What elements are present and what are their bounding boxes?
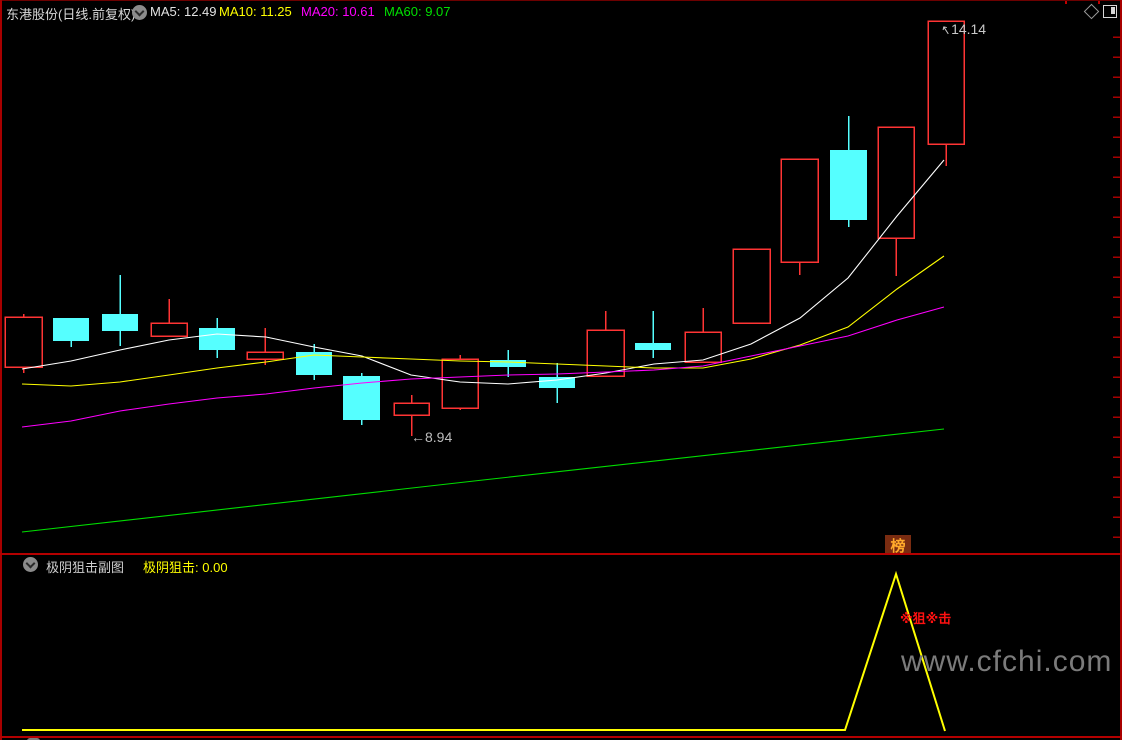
indicator-value-label: 极阴狙击: 0.00 (143, 560, 228, 575)
ma60-label: MA60: 9.07 (384, 4, 451, 19)
ma20-label: MA20: 10.61 (301, 4, 375, 19)
bang-marker-badge: 榜 (885, 535, 911, 555)
ma5-label: MA5: 12.49 (150, 4, 217, 19)
arrow-left-icon: ← (411, 429, 425, 445)
sub-panel-title: 极阴狙击副图 (46, 560, 125, 575)
low-price-label: ←8.94 (411, 429, 453, 445)
watermark-text: www.cfchi.com (901, 645, 1113, 678)
ma10-label: MA10: 11.25 (219, 4, 292, 19)
top-border (0, 0, 1122, 1)
collapse-chevron-icon[interactable] (132, 5, 147, 20)
high-price-label: ↖14.14 (939, 21, 987, 38)
sub-collapse-chevron-icon[interactable] (23, 557, 38, 572)
main-candlestick-chart[interactable] (0, 0, 1122, 556)
snipe-signal-text: ※狙※击 (900, 611, 952, 626)
bottom-panel-divider[interactable] (0, 736, 1122, 738)
app-window: 东港股份(日线.前复权) MA5: 12.49 MA10: 11.25 MA20… (0, 0, 1122, 740)
panel-layout-icon[interactable] (1103, 5, 1117, 18)
stock-title: 东港股份(日线.前复权) (6, 7, 136, 22)
